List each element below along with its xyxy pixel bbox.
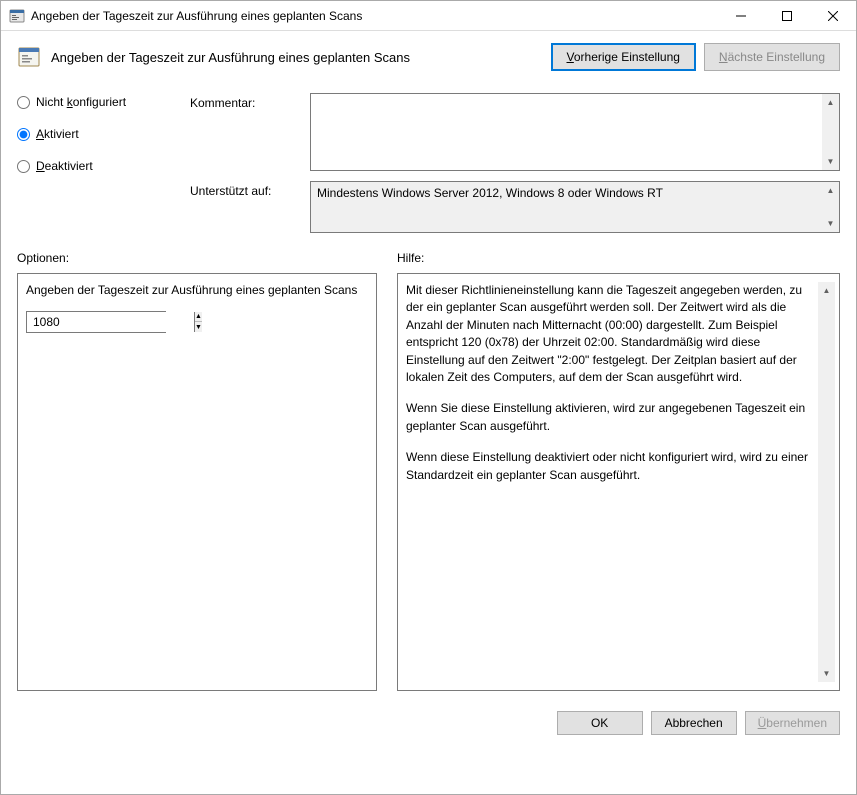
time-value-spinner[interactable]: ▲ ▼ <box>26 311 166 333</box>
supported-value: Mindestens Windows Server 2012, Windows … <box>311 182 822 232</box>
policy-header-icon <box>17 45 41 69</box>
apply-button[interactable]: Übernehmen <box>745 711 840 735</box>
window-title: Angeben der Tageszeit zur Ausführung ein… <box>31 9 718 23</box>
state-radio-group: Nicht konfiguriert Aktiviert Deaktiviert <box>17 93 172 233</box>
scroll-up-icon[interactable]: ▲ <box>822 94 839 111</box>
option-description: Angeben der Tageszeit zur Ausführung ein… <box>26 282 372 299</box>
options-panel: Angeben der Tageszeit zur Ausführung ein… <box>17 273 377 691</box>
ok-button[interactable]: OK <box>557 711 643 735</box>
help-panel: Mit dieser Richtlinieneinstellung kann d… <box>397 273 840 691</box>
maximize-button[interactable] <box>764 1 810 30</box>
scroll-up-icon[interactable]: ▲ <box>822 182 839 199</box>
comment-field-wrap: ▲ ▼ <box>310 93 840 171</box>
spinner-up-icon[interactable]: ▲ <box>195 312 202 323</box>
previous-setting-button[interactable]: Vorherige Einstellung <box>551 43 696 71</box>
help-text: Mit dieser Richtlinieneinstellung kann d… <box>406 282 818 682</box>
page-title: Angeben der Tageszeit zur Ausführung ein… <box>51 50 551 65</box>
radio-not-configured[interactable]: Nicht konfiguriert <box>17 95 172 109</box>
supported-label: Unterstützt auf: <box>190 181 300 233</box>
comment-field[interactable] <box>311 94 822 170</box>
titlebar: Angeben der Tageszeit zur Ausführung ein… <box>1 1 856 31</box>
next-setting-button[interactable]: Nächste Einstellung <box>704 43 840 71</box>
cancel-button[interactable]: Abbrechen <box>651 711 737 735</box>
scroll-down-icon[interactable]: ▼ <box>822 215 839 232</box>
time-value-input[interactable] <box>27 312 194 332</box>
scroll-down-icon[interactable]: ▼ <box>822 153 839 170</box>
supported-field-wrap: Mindestens Windows Server 2012, Windows … <box>310 181 840 233</box>
radio-activated[interactable]: Aktiviert <box>17 127 172 141</box>
options-label: Optionen: <box>17 251 377 265</box>
minimize-button[interactable] <box>718 1 764 30</box>
scroll-up-icon[interactable]: ▲ <box>818 282 835 299</box>
policy-icon <box>9 8 25 24</box>
dialog-footer: OK Abbrechen Übernehmen <box>1 699 856 747</box>
spinner-down-icon[interactable]: ▼ <box>195 322 202 332</box>
help-label: Hilfe: <box>397 251 424 265</box>
radio-deactivated[interactable]: Deaktiviert <box>17 159 172 173</box>
scroll-down-icon[interactable]: ▼ <box>818 665 835 682</box>
close-button[interactable] <box>810 1 856 30</box>
comment-label: Kommentar: <box>190 93 300 171</box>
header: Angeben der Tageszeit zur Ausführung ein… <box>17 43 840 71</box>
window-controls <box>718 1 856 30</box>
